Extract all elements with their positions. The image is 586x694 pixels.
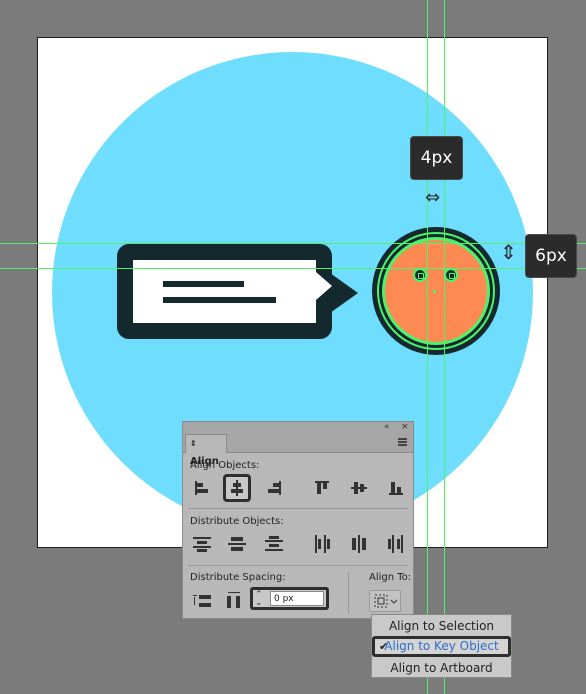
checkmark-icon: ✔: [379, 640, 389, 653]
menu-item-align-to-selection[interactable]: Align to Selection: [372, 616, 511, 637]
text-line-long[interactable]: [163, 297, 276, 303]
vertical-distribute-bottom-icon[interactable]: [263, 533, 285, 555]
menu-item-label: Align to Key Object: [384, 639, 499, 653]
vertical-align-top-icon[interactable]: [311, 477, 333, 499]
divider: [188, 565, 408, 566]
tab-toggle-icon: ⇕: [190, 439, 197, 448]
distribute-objects-label: Distribute Objects:: [190, 516, 284, 527]
horizontal-distribute-right-icon[interactable]: [385, 533, 407, 555]
horizontal-guide-top[interactable]: [0, 243, 586, 244]
vertical-double-arrow-icon: ⇕: [500, 240, 517, 264]
horizontal-align-left-icon[interactable]: [191, 477, 213, 499]
left-eye[interactable]: [413, 268, 427, 282]
vertical-guide-left[interactable]: [427, 0, 428, 694]
align-to-label: Align To:: [369, 572, 412, 583]
tab-align[interactable]: ⇕ Align: [185, 434, 227, 467]
menu-item-align-to-artboard[interactable]: Align to Artboard: [372, 658, 511, 679]
vertical-gap-tooltip: 6px: [525, 234, 577, 278]
speech-bubble-inner-tail[interactable]: [316, 272, 332, 300]
horizontal-align-center-icon[interactable]: [223, 474, 251, 502]
close-panel-icon[interactable]: ×: [401, 422, 409, 432]
vertical-align-center-icon[interactable]: [348, 477, 370, 499]
align-to-key-object-icon: [374, 594, 398, 608]
horizontal-distribute-space-icon[interactable]: [223, 590, 245, 612]
speech-bubble-tail[interactable]: [330, 273, 358, 313]
stepper-icon[interactable]: ⌃ ⌄: [255, 591, 263, 608]
align-panel: « × ⇕ Align Align Objects: Distribute Ob…: [182, 421, 414, 619]
right-eye[interactable]: [444, 268, 458, 282]
horizontal-guide-bottom[interactable]: [0, 268, 586, 269]
horizontal-distribute-center-icon[interactable]: [348, 533, 370, 555]
vertical-distribute-top-icon[interactable]: [191, 533, 213, 555]
panel-menu-icon[interactable]: [398, 438, 407, 446]
horizontal-align-right-icon[interactable]: [263, 477, 285, 499]
vertical-guide-right[interactable]: [444, 0, 445, 694]
spacing-value-field[interactable]: ⌃ ⌄ 0 px: [250, 587, 329, 610]
horizontal-distribute-left-icon[interactable]: [311, 533, 333, 555]
divider: [188, 508, 408, 509]
align-to-menu: Align to Selection ✔ Align to Key Object…: [371, 614, 512, 678]
divider: [348, 572, 349, 614]
horizontal-gap-tooltip: 4px: [410, 136, 463, 180]
panel-title-strip[interactable]: « ×: [183, 422, 413, 434]
vertical-distribute-center-icon[interactable]: [226, 533, 248, 555]
collapse-panel-icon[interactable]: «: [384, 422, 390, 432]
align-objects-label: Align Objects:: [190, 460, 260, 471]
selection-center-point: [433, 290, 436, 293]
selection-ring: [377, 232, 495, 350]
spacing-value-input[interactable]: 0 px: [270, 591, 324, 606]
vertical-distribute-space-icon[interactable]: [191, 590, 213, 612]
vertical-align-bottom-icon[interactable]: [385, 477, 407, 499]
text-line-short[interactable]: [163, 281, 244, 287]
horizontal-double-arrow-icon: ⇔: [425, 187, 441, 208]
speech-bubble-inner[interactable]: [133, 260, 316, 323]
menu-item-align-to-key-object[interactable]: ✔ Align to Key Object: [372, 636, 511, 657]
distribute-spacing-label: Distribute Spacing:: [190, 572, 286, 583]
align-to-dropdown[interactable]: [369, 590, 401, 612]
